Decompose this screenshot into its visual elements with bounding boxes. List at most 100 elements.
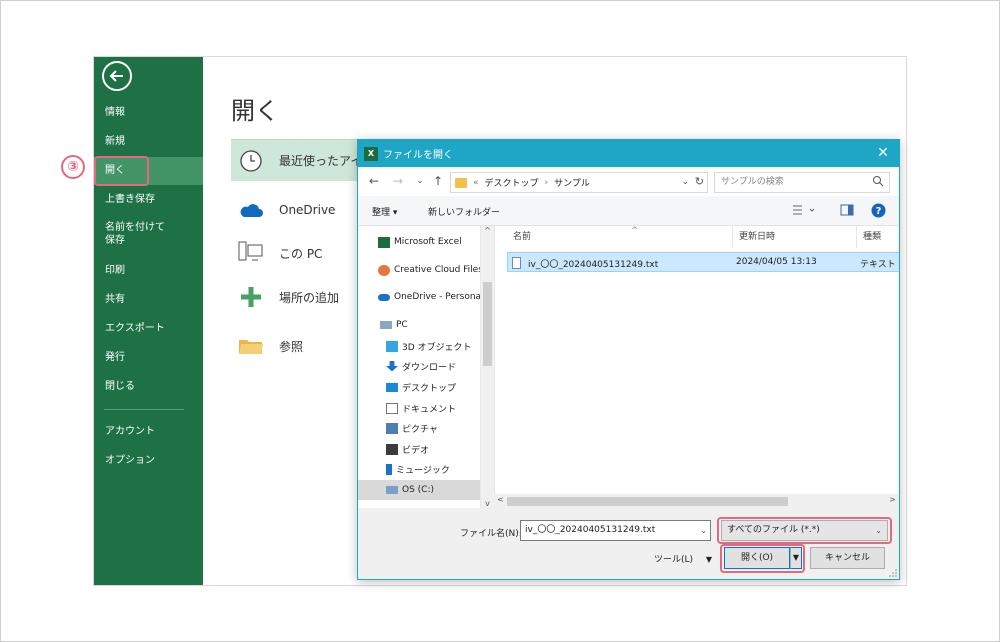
navigation-row: ← → ⌄ ↑ « デスクトップ › サンプル ⌄ ↻ サンプルの検索	[358, 168, 899, 196]
tree-item[interactable]: Microsoft Excel	[358, 232, 480, 252]
chevron-down-icon[interactable]: ⌄	[681, 177, 689, 187]
nav-save-as[interactable]: 名前を付けて 保存	[94, 220, 203, 250]
page-title: 開く	[231, 97, 279, 125]
new-folder-button[interactable]: 新しいフォルダー	[428, 205, 500, 218]
cloud-icon	[237, 196, 265, 224]
svg-text:?: ?	[876, 206, 882, 217]
tree-item[interactable]: PC	[358, 315, 480, 335]
scroll-thumb[interactable]	[507, 497, 788, 506]
nav-options[interactable]: オプション	[94, 447, 203, 475]
tools-menu[interactable]: ツール(L) ▼	[654, 552, 712, 565]
cloud-icon	[378, 293, 390, 301]
tree-item[interactable]: デスクトップ	[358, 377, 480, 397]
scroll-right-icon[interactable]: >	[886, 495, 899, 504]
document-icon	[386, 402, 398, 414]
search-input[interactable]: サンプルの検索	[714, 172, 890, 193]
excel-icon: X	[364, 146, 378, 161]
file-list: ^ 名前 更新日時 種類 iv_〇〇_20240405131249.txt 20…	[494, 226, 899, 508]
navigation-tree: Microsoft Excel Creative Cloud Files One…	[358, 226, 480, 508]
file-list-scrollbar[interactable]: < >	[494, 494, 899, 508]
nav-info[interactable]: 情報	[94, 99, 203, 127]
preview-pane-icon[interactable]	[840, 204, 854, 216]
tree-item[interactable]: OneDrive - Personal	[358, 287, 480, 307]
view-options-icon[interactable]	[792, 204, 816, 216]
scroll-up-icon[interactable]: ^	[481, 226, 494, 235]
filename-input[interactable]: iv_〇〇_20240405131249.txt ⌄	[520, 520, 711, 541]
file-name: iv_〇〇_20240405131249.txt	[528, 260, 659, 270]
file-modified: 2024/04/05 13:13	[736, 257, 817, 267]
filename-label: ファイル名(N):	[460, 529, 522, 539]
picture-icon	[386, 422, 398, 434]
sort-caret-icon: ^	[631, 226, 639, 236]
tree-item[interactable]: ダウンロード	[358, 356, 480, 376]
tree-item[interactable]: Creative Cloud Files	[358, 260, 480, 280]
nav-account[interactable]: アカウント	[94, 418, 203, 446]
tree-item[interactable]: ピクチャ	[358, 418, 480, 438]
file-open-dialog: X ファイルを開く ✕ ← → ⌄ ↑ « デスクトップ › サンプル ⌄ ↻ …	[357, 139, 900, 580]
music-note-icon	[386, 463, 392, 475]
organize-button[interactable]: 整理 ▾	[372, 205, 397, 218]
location-label: 場所の追加	[279, 290, 340, 305]
breadcrumb-sample[interactable]: サンプル	[554, 176, 590, 189]
back-button[interactable]	[102, 61, 132, 91]
tree-item[interactable]: ビデオ	[358, 439, 480, 459]
tree-item[interactable]: 3D オブジェクト	[358, 336, 480, 356]
nav-export[interactable]: エクスポート	[94, 315, 203, 343]
chevron-down-icon[interactable]: ⌄	[412, 173, 428, 189]
video-icon	[386, 443, 398, 455]
nav-new[interactable]: 新規	[94, 128, 203, 156]
nav-share[interactable]: 共有	[94, 286, 203, 314]
scroll-down-icon[interactable]: v	[481, 499, 494, 508]
backstage-nav: 情報 新規 開く 上書き保存 名前を付けて 保存 印刷 共有 エクスポート 発行…	[94, 57, 203, 585]
dialog-titlebar[interactable]: X ファイルを開く ✕	[358, 140, 899, 167]
breadcrumb-separator: ›	[544, 177, 549, 188]
file-type: テキスト ド	[860, 260, 899, 270]
nav-print[interactable]: 印刷	[94, 257, 203, 285]
chevron-down-icon[interactable]: ⌄	[700, 521, 707, 540]
scroll-left-icon[interactable]: <	[494, 495, 507, 504]
back-arrow-icon	[109, 70, 123, 82]
breadcrumb-prefix: «	[473, 177, 479, 188]
scroll-thumb[interactable]	[483, 282, 492, 366]
refresh-icon[interactable]: ↻	[695, 175, 704, 188]
dialog-title: ファイルを開く	[383, 150, 453, 161]
address-bar[interactable]: « デスクトップ › サンプル ⌄ ↻	[450, 172, 708, 193]
cancel-button[interactable]: キャンセル	[810, 547, 885, 569]
back-icon[interactable]: ←	[366, 173, 382, 189]
download-icon	[386, 360, 398, 372]
forward-icon[interactable]: →	[390, 173, 406, 189]
tree-item[interactable]: OS (C:)	[358, 480, 480, 500]
tree-scrollbar[interactable]: ^ v	[480, 226, 493, 508]
open-button-highlight-frame	[720, 544, 805, 573]
resize-grip-icon[interactable]	[889, 569, 897, 577]
drive-icon	[386, 486, 398, 494]
excel-icon	[378, 236, 390, 248]
close-icon[interactable]: ✕	[875, 145, 891, 161]
text-file-icon	[512, 257, 521, 269]
column-modified[interactable]: 更新日時	[733, 226, 857, 248]
tree-item[interactable]: ドキュメント	[358, 398, 480, 418]
nav-save[interactable]: 上書き保存	[94, 186, 203, 214]
column-type[interactable]: 種類	[857, 226, 899, 248]
location-label: 参照	[279, 339, 304, 354]
cube-icon	[386, 340, 398, 352]
open-highlight-frame	[94, 156, 149, 186]
nav-close[interactable]: 閉じる	[94, 373, 203, 401]
dialog-toolbar: 整理 ▾ 新しいフォルダー ?	[358, 196, 899, 226]
folder-icon	[237, 332, 265, 360]
column-name[interactable]: ^ 名前	[507, 226, 733, 248]
help-icon[interactable]: ?	[871, 203, 886, 218]
folder-icon	[455, 177, 467, 188]
location-label: OneDrive	[279, 203, 336, 217]
creative-cloud-icon	[378, 264, 390, 276]
breadcrumb-desktop[interactable]: デスクトップ	[485, 176, 539, 189]
table-row[interactable]: iv_〇〇_20240405131249.txt 2024/04/05 13:1…	[507, 252, 899, 272]
pc-icon	[380, 321, 392, 329]
pc-icon	[237, 239, 265, 267]
plus-icon	[237, 283, 265, 311]
up-arrow-icon[interactable]: ↑	[430, 173, 446, 189]
nav-publish[interactable]: 発行	[94, 344, 203, 372]
desktop-icon	[386, 382, 398, 392]
nav-separator	[104, 409, 184, 410]
tree-item[interactable]: ミュージック	[358, 459, 480, 479]
